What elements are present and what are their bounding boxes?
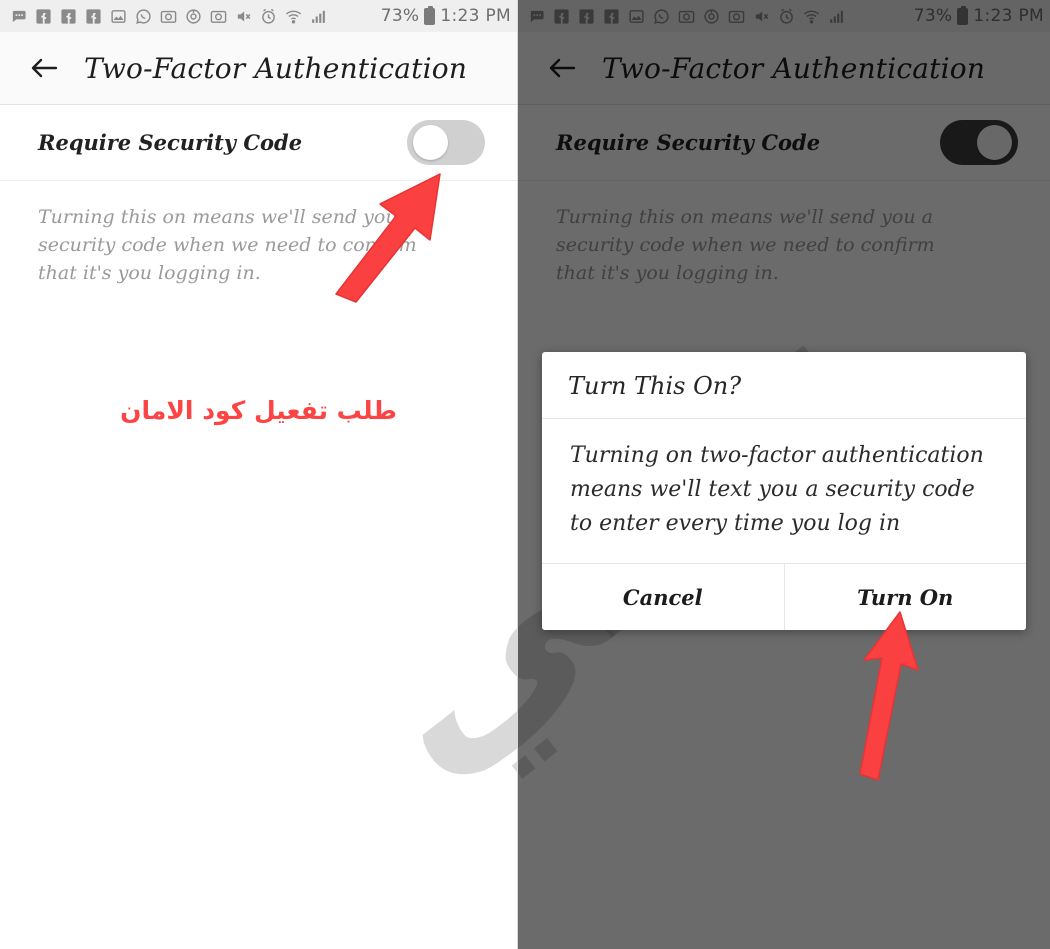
camera-icon bbox=[210, 8, 227, 25]
battery-full-icon bbox=[424, 5, 436, 25]
require-security-code-toggle-off[interactable] bbox=[407, 120, 485, 165]
battery-full-icon bbox=[957, 5, 969, 25]
panel-after-tap: 73% 1:23 PM Two-Factor Authentication Re… bbox=[518, 0, 1050, 949]
whatsapp-icon bbox=[135, 8, 152, 25]
wifi-icon bbox=[285, 8, 302, 25]
page-title: Two-Factor Authentication bbox=[602, 51, 986, 85]
target-circle-icon bbox=[703, 8, 720, 25]
mute-icon bbox=[753, 8, 770, 25]
dialog-action-bar: Cancel Turn On bbox=[542, 564, 1026, 630]
settings-content-left: Require Security Code Turning this on me… bbox=[0, 105, 517, 287]
photo-icon bbox=[110, 8, 127, 25]
settings-content-right: Require Security Code Turning this on me… bbox=[518, 105, 1050, 287]
status-bar-notification-icons bbox=[528, 8, 908, 25]
camera-icon bbox=[728, 8, 745, 25]
require-security-code-row[interactable]: Require Security Code bbox=[518, 105, 1050, 181]
turn-on-confirmation-dialog: Turn This On? Turning on two-factor auth… bbox=[542, 352, 1026, 630]
dialog-title: Turn This On? bbox=[542, 352, 1026, 419]
status-bar-system-indicators: 73% 1:23 PM bbox=[380, 5, 511, 26]
message-bubble-icon bbox=[528, 8, 545, 25]
require-security-code-description: Turning this on means we'll send you a s… bbox=[38, 206, 417, 284]
back-arrow-icon[interactable] bbox=[22, 46, 66, 90]
app-bar-left: Two-Factor Authentication bbox=[0, 32, 517, 105]
toggle-knob bbox=[413, 125, 448, 160]
message-bubble-icon bbox=[10, 8, 27, 25]
require-security-code-toggle-on[interactable] bbox=[940, 120, 1018, 165]
facebook-icon bbox=[85, 8, 102, 25]
require-security-code-description: Turning this on means we'll send you a s… bbox=[556, 206, 935, 284]
photo-icon bbox=[628, 8, 645, 25]
whatsapp-icon bbox=[653, 8, 670, 25]
battery-percent-label: 73% bbox=[913, 6, 953, 26]
status-bar-notification-icons bbox=[10, 8, 375, 25]
alarm-icon bbox=[778, 8, 795, 25]
facebook-icon bbox=[578, 8, 595, 25]
panel-divider bbox=[517, 0, 518, 949]
screenshot-root: 73% 1:23 PM Two-Factor Authentication Re… bbox=[0, 0, 1050, 949]
toggle-knob bbox=[977, 125, 1012, 160]
camera-icon bbox=[678, 8, 695, 25]
cancel-button[interactable]: Cancel bbox=[542, 564, 784, 630]
camera-icon bbox=[160, 8, 177, 25]
require-security-code-label: Require Security Code bbox=[38, 130, 303, 155]
signal-icon bbox=[828, 8, 845, 25]
require-security-code-row[interactable]: Require Security Code bbox=[0, 105, 517, 181]
clock-label: 1:23 PM bbox=[440, 6, 511, 26]
mute-icon bbox=[235, 8, 252, 25]
facebook-icon bbox=[553, 8, 570, 25]
facebook-icon bbox=[603, 8, 620, 25]
require-security-code-label: Require Security Code bbox=[556, 130, 821, 155]
panel-before-tap: 73% 1:23 PM Two-Factor Authentication Re… bbox=[0, 0, 517, 949]
facebook-icon bbox=[60, 8, 77, 25]
app-bar-right: Two-Factor Authentication bbox=[518, 32, 1050, 105]
arabic-annotation-caption: طلب تفعيل كود الامان bbox=[120, 396, 397, 425]
clock-label: 1:23 PM bbox=[973, 6, 1044, 26]
dialog-message: Turning on two-factor authentication mea… bbox=[542, 419, 1026, 564]
status-bar-left: 73% 1:23 PM bbox=[0, 0, 517, 32]
status-bar-right: 73% 1:23 PM bbox=[518, 0, 1050, 32]
page-title: Two-Factor Authentication bbox=[84, 51, 468, 85]
wifi-icon bbox=[803, 8, 820, 25]
signal-icon bbox=[310, 8, 327, 25]
back-arrow-icon[interactable] bbox=[540, 46, 584, 90]
turn-on-button[interactable]: Turn On bbox=[783, 564, 1026, 630]
alarm-icon bbox=[260, 8, 277, 25]
battery-percent-label: 73% bbox=[380, 6, 420, 26]
target-circle-icon bbox=[185, 8, 202, 25]
status-bar-system-indicators: 73% 1:23 PM bbox=[913, 5, 1044, 26]
facebook-icon bbox=[35, 8, 52, 25]
